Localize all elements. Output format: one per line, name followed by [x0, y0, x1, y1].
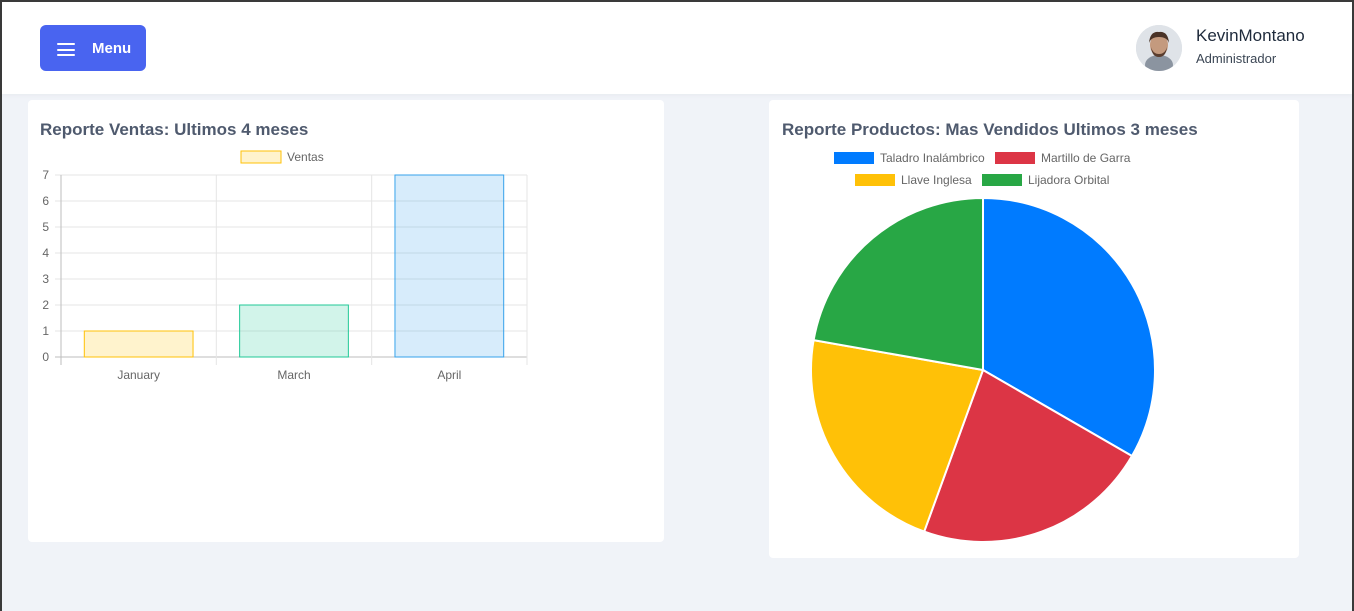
legend-label-ventas: Ventas	[287, 150, 324, 164]
user-role: Administrador	[1196, 51, 1277, 66]
x-tick-label: March	[277, 368, 310, 382]
pie-slice	[812, 196, 984, 372]
sales-report-card: Reporte Ventas: Ultimos 4 meses Ventas 0 1…	[28, 100, 664, 542]
top-bar: Menu KevinMontano Administrador	[2, 2, 1352, 94]
y-tick-label: 2	[42, 298, 49, 312]
legend-swatch	[995, 152, 1035, 164]
hamburger-icon	[57, 43, 75, 56]
y-tick-label: 1	[42, 324, 49, 338]
y-tick-label: 0	[42, 350, 49, 364]
y-tick-label: 6	[42, 194, 49, 208]
y-tick-label: 7	[42, 168, 49, 182]
legend-swatch-ventas	[240, 150, 282, 164]
x-tick-label: April	[437, 368, 461, 382]
user-name[interactable]: KevinMontano	[1196, 26, 1305, 46]
legend-label: Taladro Inalámbrico	[880, 151, 985, 165]
legend-label: Martillo de Garra	[1041, 151, 1131, 165]
bar-april	[394, 174, 505, 358]
sales-bar-chart: Ventas 0 1 2 3 4 5 6 7 January March April	[42, 150, 528, 382]
bar-march	[239, 304, 349, 358]
user-avatar-icon	[1136, 25, 1182, 71]
menu-button-label: Menu	[92, 40, 132, 57]
legend-swatch	[834, 152, 874, 164]
menu-button[interactable]: Menu	[40, 25, 146, 71]
avatar[interactable]	[1136, 25, 1182, 71]
y-tick-label: 4	[42, 246, 49, 260]
products-report-card: Reporte Productos: Mas Vendidos Ultimos …	[769, 100, 1299, 558]
legend-swatch	[982, 174, 1022, 186]
products-pie-chart: Taladro Inalámbrico Martillo de Garra Llav…	[810, 151, 1156, 543]
legend-label: Llave Inglesa	[901, 173, 972, 187]
y-tick-label: 5	[42, 220, 49, 234]
bar-january	[83, 330, 194, 358]
x-tick-label: January	[117, 368, 160, 382]
legend-swatch	[855, 174, 895, 186]
legend-label: Lijadora Orbital	[1028, 173, 1109, 187]
y-tick-label: 3	[42, 272, 49, 286]
